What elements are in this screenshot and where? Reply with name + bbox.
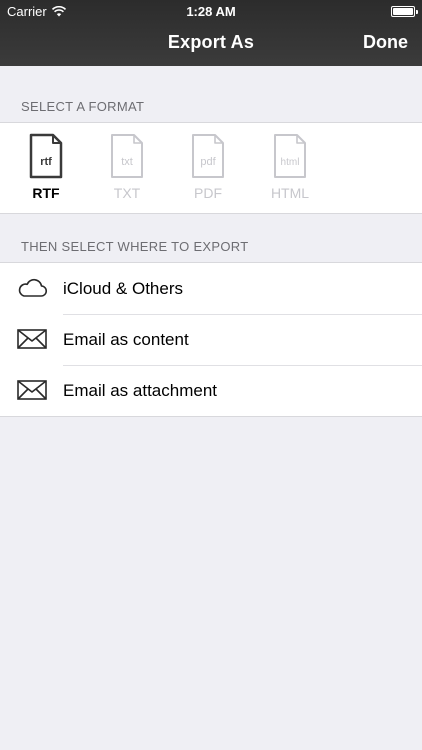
- export-section-header: THEN SELECT WHERE TO EXPORT: [21, 239, 249, 254]
- export-row-email-attachment[interactable]: Email as attachment: [0, 365, 422, 416]
- export-row-icloud[interactable]: iCloud & Others: [0, 263, 422, 314]
- format-label-rtf: RTF: [32, 185, 60, 201]
- format-label-html: HTML: [270, 185, 310, 201]
- format-label-txt: TXT: [113, 185, 141, 201]
- navigation-bar: Carrier 1:28 AM Export As Done: [0, 0, 422, 66]
- pdf-document-icon: pdf: [192, 134, 224, 178]
- rtf-icon-text: rtf: [40, 156, 52, 168]
- format-label-pdf: PDF: [194, 185, 222, 201]
- status-bar: Carrier 1:28 AM: [0, 0, 422, 22]
- status-time: 1:28 AM: [186, 4, 236, 19]
- export-as-screen: Carrier 1:28 AM Export As Done SELECT A …: [0, 0, 422, 750]
- html-document-icon: html: [274, 134, 306, 178]
- txt-icon-text: txt: [121, 156, 133, 168]
- battery-icon: [391, 6, 418, 17]
- format-option-pdf[interactable]: pdf PDF: [176, 133, 240, 207]
- envelope-icon: [17, 380, 47, 400]
- format-selector: rtf RTF txt TXT pdf PDF html HTML: [0, 122, 422, 214]
- export-row-label: iCloud & Others: [63, 279, 183, 298]
- export-row-label: Email as attachment: [63, 381, 218, 400]
- format-option-txt[interactable]: txt TXT: [95, 133, 159, 207]
- export-row-email-content[interactable]: Email as content: [0, 314, 422, 365]
- envelope-icon: [17, 329, 47, 349]
- format-option-html[interactable]: html HTML: [258, 133, 322, 207]
- format-option-rtf[interactable]: rtf RTF: [14, 133, 78, 207]
- txt-document-icon: txt: [111, 134, 143, 178]
- export-row-label: Email as content: [63, 330, 189, 349]
- export-destination-list: iCloud & Others Email as content Email a…: [0, 262, 422, 417]
- page-title: Export As: [167, 32, 255, 52]
- cloud-icon: [18, 278, 48, 297]
- format-section-header: SELECT A FORMAT: [21, 99, 145, 114]
- pdf-icon-text: pdf: [200, 156, 216, 168]
- html-icon-text: html: [281, 157, 300, 168]
- rtf-document-icon: rtf: [29, 133, 63, 179]
- done-button[interactable]: Done: [363, 32, 408, 53]
